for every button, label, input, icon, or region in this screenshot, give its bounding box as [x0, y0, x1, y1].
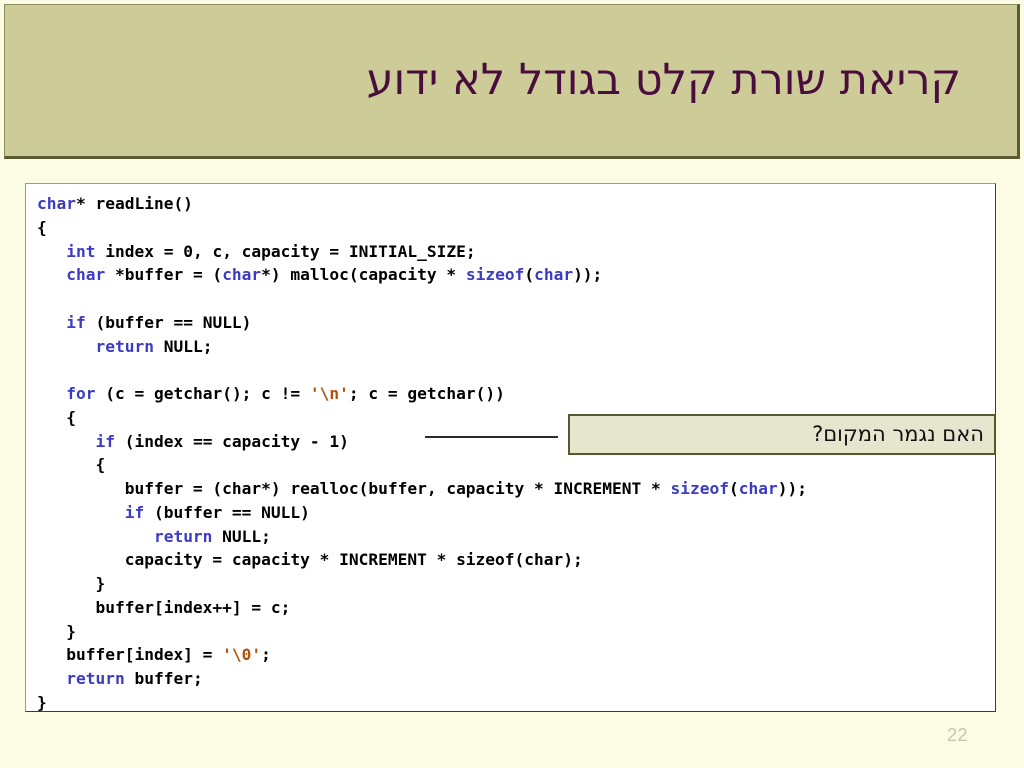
page-title: קריאת שורת קלט בגודל לא ידוע: [366, 54, 961, 105]
callout-connector-line: [425, 436, 558, 438]
callout-box: האם נגמר המקום?: [568, 414, 996, 455]
callout-text: האם נגמר המקום?: [812, 422, 984, 446]
page-number: 22: [946, 725, 968, 745]
slide-title-band: קריאת שורת קלט בגודל לא ידוע: [4, 4, 1020, 159]
slide-canvas: קריאת שורת קלט בגודל לא ידוע char* readL…: [0, 0, 1024, 768]
